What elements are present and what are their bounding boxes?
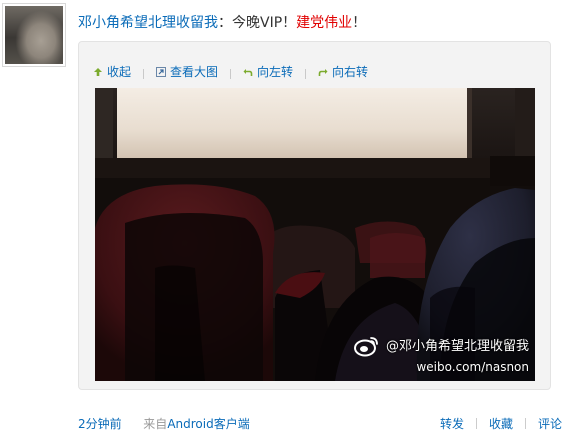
image-watermark: @邓小角希望北理收留我 weibo.com/nasnon: [353, 335, 529, 375]
user-avatar[interactable]: [2, 3, 66, 67]
comment-button[interactable]: 评论: [538, 417, 562, 431]
weibo-logo-icon: [353, 335, 380, 357]
arrow-up-icon: [93, 67, 103, 77]
avatar-photo: [5, 6, 63, 64]
action-divider: [475, 418, 477, 429]
image-toolbar: 收起 查看大图 向左转 向右转: [93, 64, 368, 80]
author-separator: ：: [218, 15, 232, 31]
watermark-url: weibo.com/nasnon: [416, 360, 529, 374]
forward-button[interactable]: 转发: [440, 417, 464, 431]
toolbar-divider: [143, 68, 145, 79]
post-meta: 2分钟前 来自Android客户端: [78, 417, 250, 431]
post-text: 邓小角希望北理收留我：今晚VIP！建党伟业！: [78, 13, 366, 33]
source-prefix: 来自: [143, 417, 168, 431]
collapse-label: 收起: [107, 65, 132, 79]
zoom-icon: [156, 67, 167, 77]
post-time-link[interactable]: 2分钟前: [78, 417, 122, 431]
media-expanded-box: 收起 查看大图 向左转 向右转 @邓小角希望北理收留我 weibo.com/na…: [78, 41, 551, 390]
view-large-button[interactable]: 查看大图: [156, 64, 218, 80]
post-actions: 转发 收藏 评论: [440, 417, 562, 431]
rotate-left-label: 向左转: [257, 65, 294, 79]
collapse-button[interactable]: 收起: [93, 64, 131, 80]
post-message: 今晚VIP！: [232, 15, 297, 31]
rotate-right-button[interactable]: 向右转: [318, 64, 368, 80]
source-client-link[interactable]: Android客户端: [167, 417, 249, 431]
toolbar-divider: [230, 68, 232, 79]
topic-link[interactable]: 建党伟业: [296, 15, 352, 31]
rotate-left-button[interactable]: 向左转: [243, 64, 293, 80]
rotate-right-icon: [318, 67, 328, 77]
rotate-right-label: 向右转: [332, 65, 369, 79]
toolbar-divider: [305, 68, 307, 79]
action-divider: [524, 418, 526, 429]
author-link[interactable]: 邓小角希望北理收留我: [78, 15, 218, 31]
post-photo[interactable]: @邓小角希望北理收留我 weibo.com/nasnon: [95, 88, 535, 381]
watermark-username: @邓小角希望北理收留我: [385, 338, 529, 354]
view-large-label: 查看大图: [170, 65, 219, 79]
favorite-button[interactable]: 收藏: [489, 417, 513, 431]
rotate-left-icon: [243, 67, 253, 77]
post-message-end: ！: [352, 15, 367, 31]
